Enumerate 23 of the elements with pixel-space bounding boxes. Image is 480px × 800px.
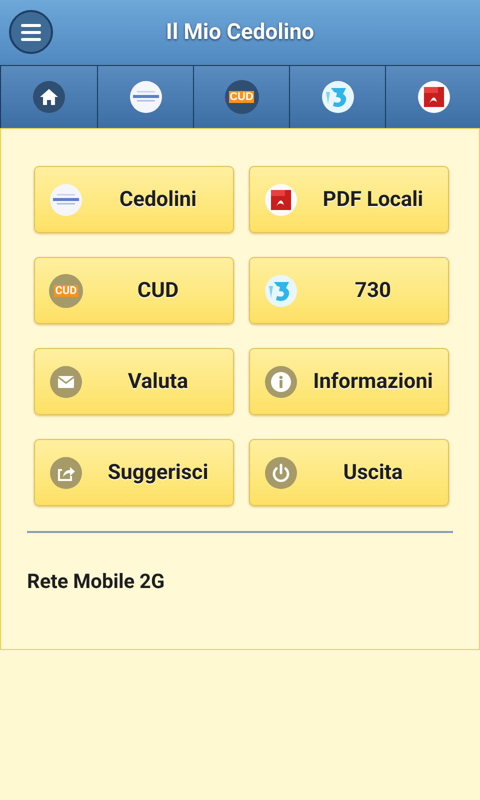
power-icon [264, 456, 298, 490]
info-icon [264, 364, 298, 398]
mail-icon [49, 364, 83, 398]
menu-tile-button[interactable]: Uscita [249, 439, 449, 506]
menu-tile-button[interactable]: CUD CUD [34, 257, 234, 324]
menu-tile-button[interactable]: Informazioni [249, 348, 449, 415]
share-icon [49, 456, 83, 490]
cud-icon: CUD [224, 80, 258, 114]
menu-tile-button[interactable]: PDF Locali [249, 166, 449, 233]
menu-button[interactable] [9, 10, 53, 54]
menu-tile-button[interactable]: Valuta [34, 348, 234, 415]
network-status: Rete Mobile 2G [27, 569, 166, 593]
menu-tile-button[interactable]: Suggerisci [34, 439, 234, 506]
logo-icon [49, 182, 83, 216]
nav-tab[interactable] [0, 66, 98, 128]
menu-tile-button[interactable]: 730 [249, 257, 449, 324]
home-icon [32, 80, 66, 114]
cud-icon: CUD [49, 274, 83, 308]
app-title: Il Mio Cedolino [166, 20, 314, 45]
menu-tile-button[interactable]: Cedolini [34, 166, 234, 233]
pdf-icon [416, 80, 450, 114]
pdf-icon [264, 182, 298, 216]
logo-icon [128, 80, 162, 114]
